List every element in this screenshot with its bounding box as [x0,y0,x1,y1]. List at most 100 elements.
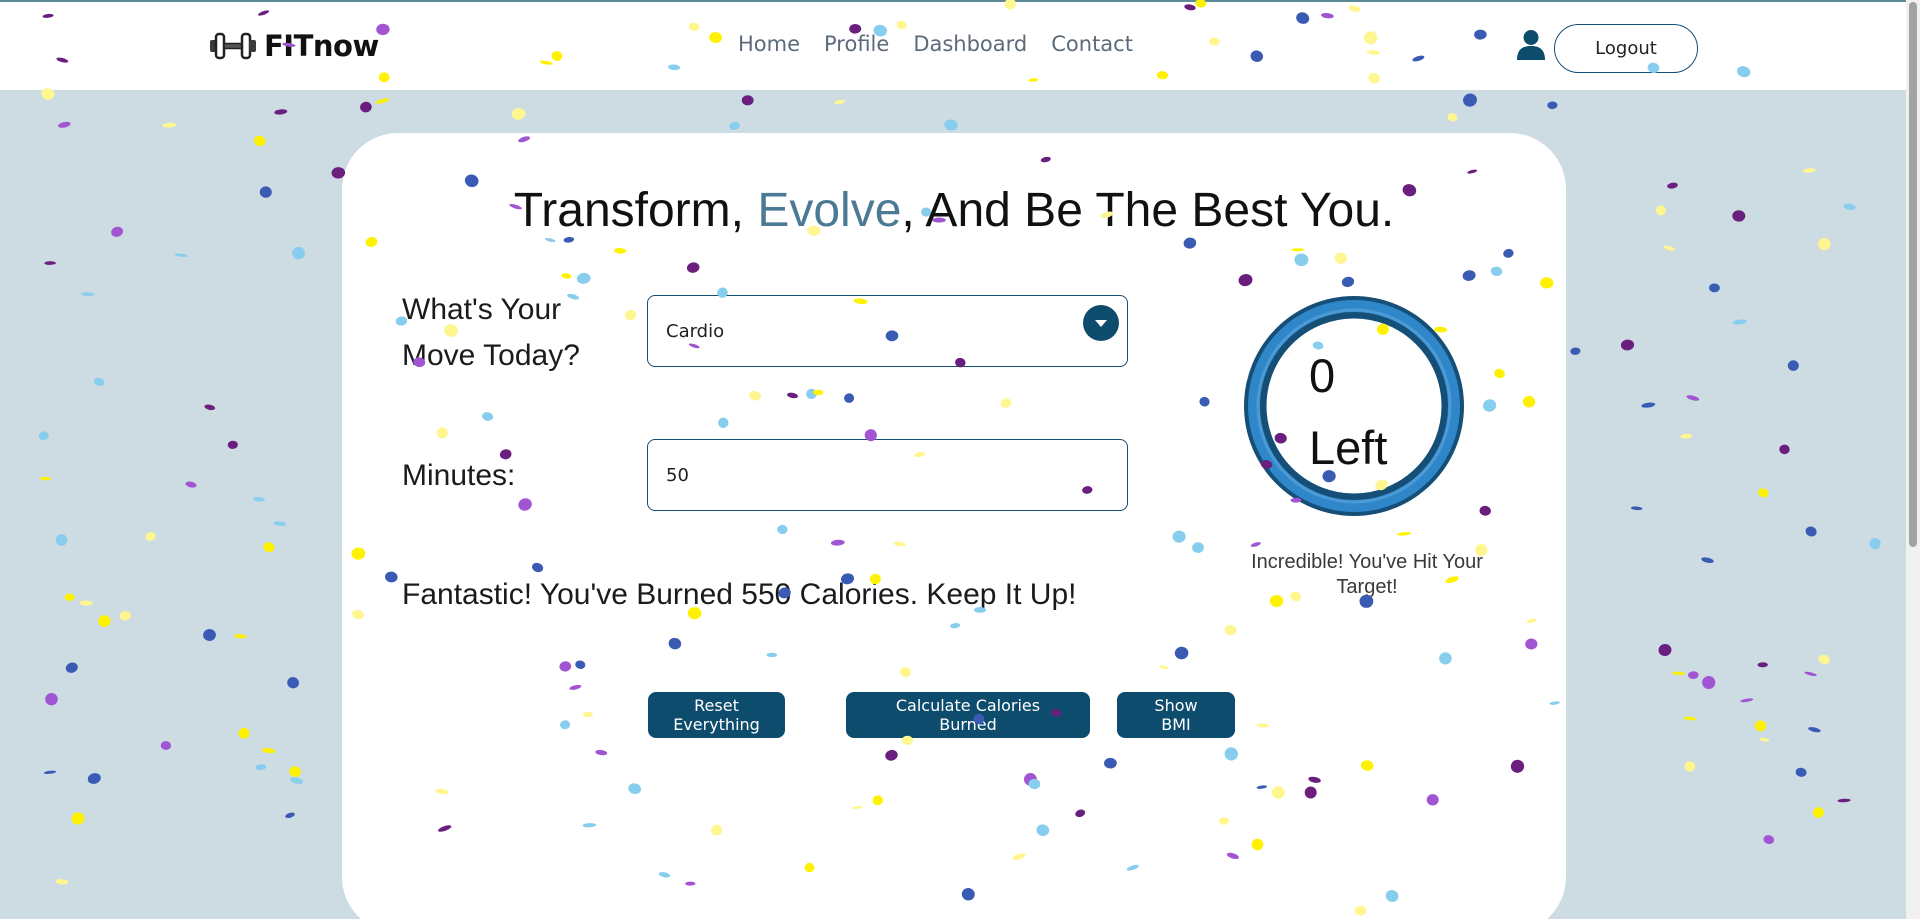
confetti-piece [234,634,247,639]
confetti-piece [1641,402,1656,408]
confetti-piece [1630,506,1643,511]
confetti-piece [38,431,49,441]
minutes-input-value: 50 [666,464,689,486]
confetti-piece [1818,237,1831,251]
confetti-piece [81,292,95,297]
confetti-piece [289,766,301,777]
confetti-piece [185,481,197,488]
minutes-input[interactable]: 50 [647,439,1128,511]
reset-button[interactable]: Reset Everything [648,692,785,738]
confetti-piece [1837,798,1851,803]
confetti-piece [263,542,275,553]
nav-links: Home Profile Dashboard Contact [738,32,1133,56]
confetti-piece [1620,339,1635,351]
confetti-piece [253,497,265,502]
confetti-piece [71,812,85,825]
hero-part2: , And Be The Best You. [901,184,1395,237]
confetti-piece [375,98,390,104]
dumbbell-icon [210,32,256,60]
confetti-piece [1680,433,1692,439]
nav-profile[interactable]: Profile [824,32,889,56]
brand-logo[interactable]: FITnow [208,28,379,64]
confetti-piece [254,135,266,147]
confetti-piece [45,692,58,706]
move-label-line1: What's Your [402,293,562,326]
move-label-line2: Move Today? [402,339,580,372]
move-select[interactable]: Cardio [647,295,1128,367]
confetti-piece [834,99,845,105]
confetti-piece [292,246,305,260]
confetti-piece [227,440,238,449]
move-select-value: Cardio [666,320,725,342]
confetti-piece [1683,716,1697,721]
show-bmi-button[interactable]: Show BMI [1117,692,1235,738]
confetti-piece [259,186,272,198]
hero-part1: Transform, [513,184,758,237]
confetti-piece [174,253,188,257]
confetti-piece [43,770,57,774]
nav-home[interactable]: Home [738,32,800,56]
confetti-piece [1802,168,1816,173]
confetti-piece [39,476,51,481]
chevron-down-icon[interactable] [1083,305,1119,341]
hero-title: Transform, Evolve, And Be The Best You. [342,183,1566,238]
confetti-piece [1758,488,1769,498]
confetti-piece [1805,526,1817,537]
confetti-piece [98,615,111,628]
confetti-piece [162,122,177,128]
confetti-piece [1547,101,1558,110]
nav-dashboard[interactable]: Dashboard [913,32,1027,56]
confetti-piece [261,748,276,754]
confetti-piece [1655,205,1666,216]
confetti-piece [1787,360,1799,371]
confetti-piece [1702,675,1716,690]
logout-button[interactable]: Logout [1554,24,1698,73]
confetti-piece [64,593,75,601]
calculate-button[interactable]: Calculate Calories Burned [846,692,1090,738]
confetti-piece [290,777,304,784]
confetti-piece [1779,444,1790,455]
confetti-piece [55,879,69,885]
scrollbar-thumb[interactable] [1909,2,1917,547]
user-icon[interactable] [1516,29,1546,61]
confetti-piece [1658,643,1672,657]
confetti-piece [1818,654,1830,664]
calories-message: Fantastic! You've Burned 550 Calories. K… [402,578,1077,611]
target-status: Incredible! You've Hit Your Target! [1251,551,1483,598]
confetti-piece [729,121,740,130]
confetti-piece [1732,210,1746,222]
confetti-piece [1463,93,1477,107]
navbar: FITnow Home Profile Dashboard Contact Lo… [0,0,1920,90]
confetti-piece [203,628,216,642]
confetti-piece [1763,835,1775,845]
confetti-piece [1754,720,1767,732]
confetti-piece [55,534,68,546]
confetti-piece [287,677,299,689]
hero-accent: Evolve [757,184,902,237]
confetti-piece [79,600,93,606]
nav-contact[interactable]: Contact [1051,32,1133,56]
confetti-piece [1570,347,1581,355]
brand-name: FITnow [264,29,379,63]
confetti-piece [65,662,78,673]
confetti-piece [44,261,56,265]
confetti-piece [1757,662,1768,668]
progress-remaining: 0 Left [1309,340,1387,484]
confetti-piece [111,226,124,237]
confetti-piece [285,812,295,819]
confetti-piece [1759,737,1770,742]
confetti-piece [273,521,287,526]
confetti-piece [1869,538,1881,550]
confetti-piece [1843,203,1856,210]
confetti-piece [87,773,101,784]
calorie-card: Transform, Evolve, And Be The Best You. … [342,133,1566,919]
move-label: What's Your Move Today? [402,287,580,379]
confetti-piece [1709,283,1720,293]
confetti-piece [255,764,267,771]
confetti-piece [360,101,372,113]
confetti-piece [1795,767,1807,777]
confetti-piece [1686,395,1700,401]
confetti-piece [1447,113,1458,122]
confetti-piece [93,377,105,387]
confetti-piece [145,532,156,541]
